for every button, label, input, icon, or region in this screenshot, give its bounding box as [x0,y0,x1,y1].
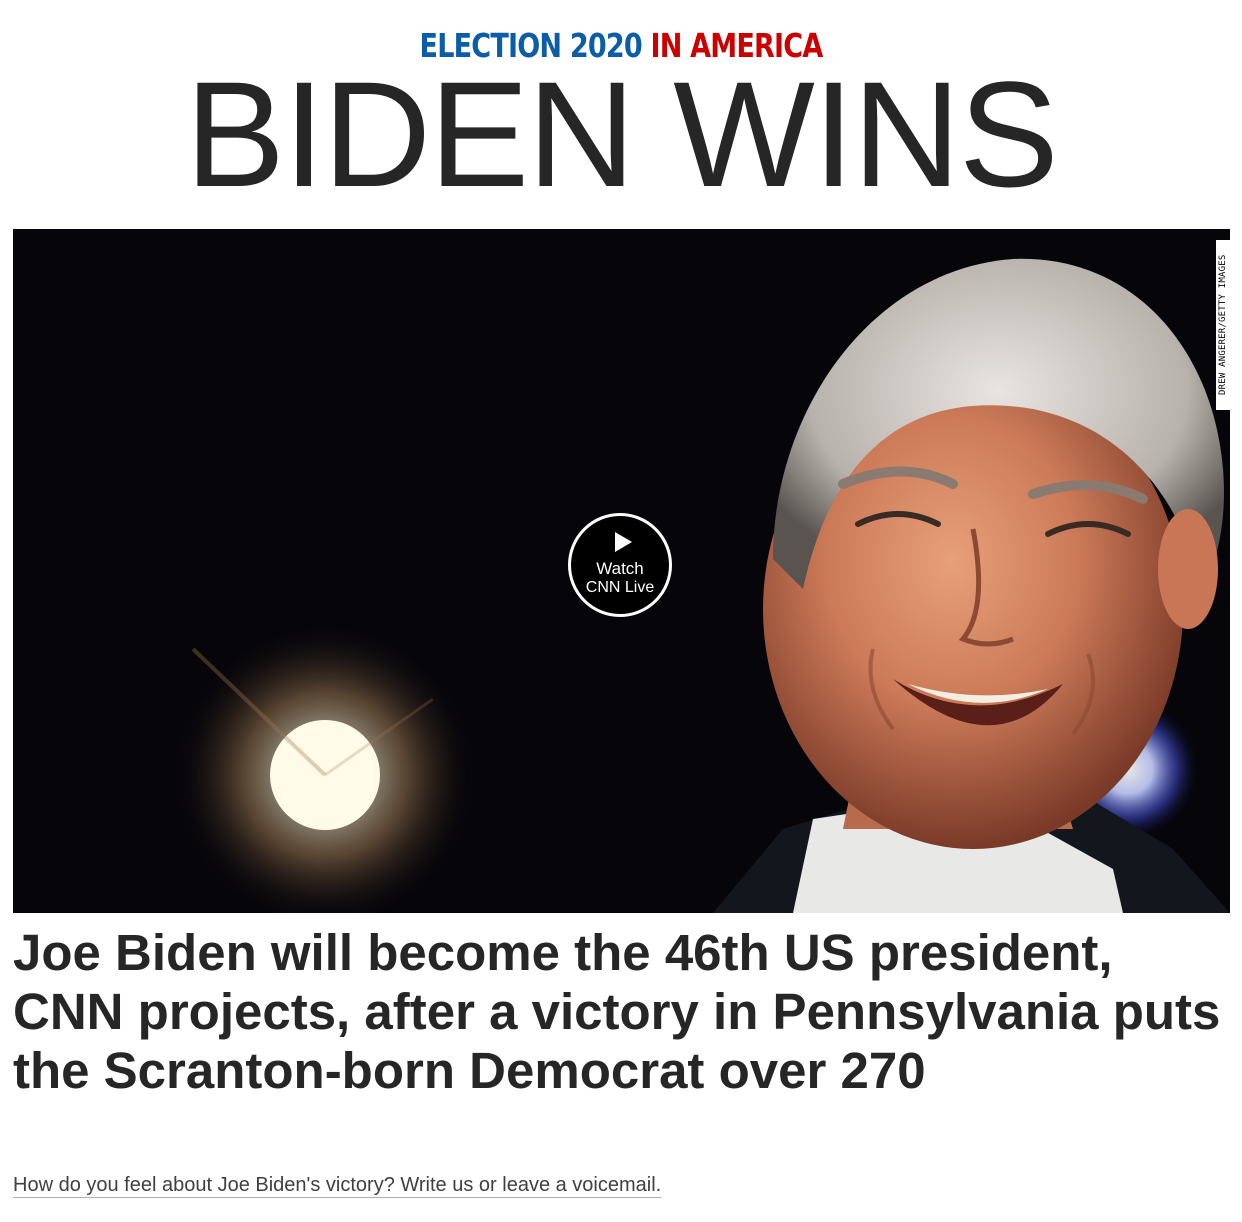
watch-label: Watch [596,559,644,578]
play-icon [615,532,632,552]
banner-headline[interactable]: BIDEN WINS [0,59,1242,209]
cnn-live-label: CNN Live [585,579,655,596]
feedback-link[interactable]: How do you feel about Joe Biden's victor… [13,1173,662,1198]
story-headline[interactable]: Joe Biden will become the 46th US presid… [13,923,1230,1100]
watch-cnn-live-button[interactable]: Watch CNN Live [568,513,672,617]
photo-credit: DREW ANGERER/GETTY IMAGES [1216,240,1230,410]
